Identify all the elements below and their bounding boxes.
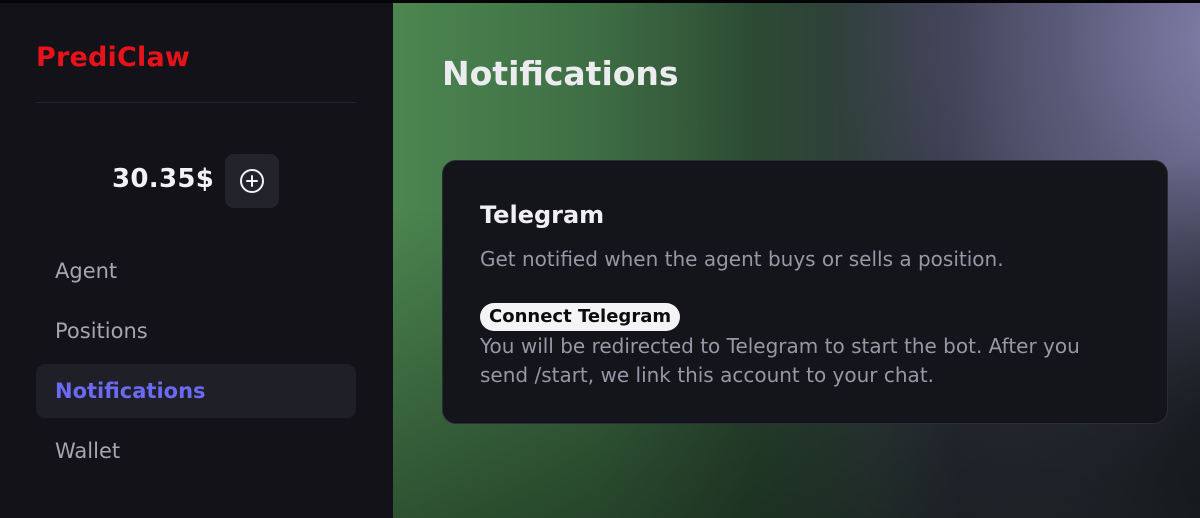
- connect-telegram-button[interactable]: Connect Telegram: [480, 303, 681, 331]
- sidebar: PrediClaw 30.35$ Agent Positions Notific…: [0, 0, 393, 518]
- add-funds-button[interactable]: [225, 154, 279, 208]
- sidebar-item-agent[interactable]: Agent: [36, 244, 356, 298]
- main-content: Notifications Telegram Get notified when…: [393, 0, 1200, 518]
- telegram-card: Telegram Get notified when the agent buy…: [442, 160, 1168, 424]
- sidebar-item-label: Notifications: [55, 379, 206, 403]
- sidebar-item-label: Positions: [55, 319, 148, 343]
- balance-value: 30.35$: [112, 164, 215, 194]
- sidebar-nav: Agent Positions Notifications Wallet: [36, 244, 356, 484]
- sidebar-item-label: Agent: [55, 259, 118, 283]
- sidebar-item-label: Wallet: [55, 439, 121, 463]
- sidebar-item-positions[interactable]: Positions: [36, 304, 356, 358]
- sidebar-item-notifications[interactable]: Notifications: [36, 364, 356, 418]
- page-title: Notifications: [442, 54, 679, 93]
- balance-section: 30.35$: [0, 154, 393, 208]
- card-description: Get notified when the agent buys or sell…: [480, 247, 1004, 271]
- sidebar-divider: [36, 102, 356, 103]
- card-note: You will be redirected to Telegram to st…: [480, 334, 1080, 387]
- sidebar-item-wallet[interactable]: Wallet: [36, 424, 356, 478]
- app-window: PrediClaw 30.35$ Agent Positions Notific…: [0, 0, 1200, 518]
- card-title: Telegram: [480, 201, 605, 229]
- plus-circle-icon: [240, 169, 264, 193]
- brand-logo[interactable]: PrediClaw: [36, 42, 190, 73]
